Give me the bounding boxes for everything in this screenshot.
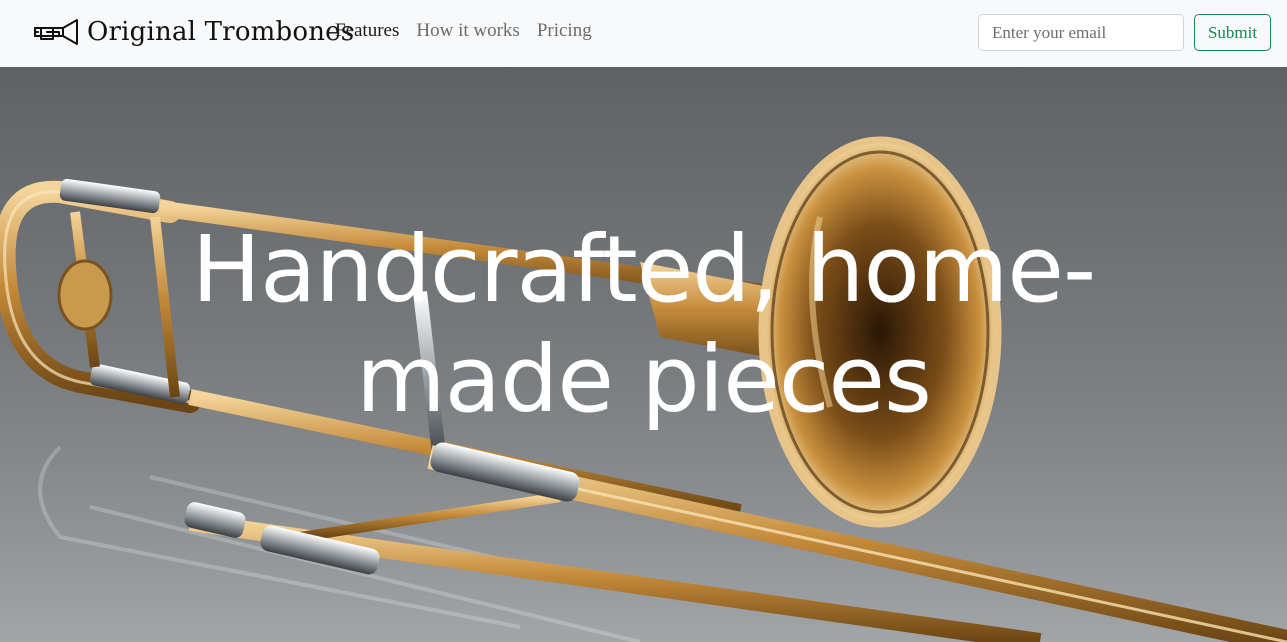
hero-section: Handcrafted, home- made pieces [0,67,1287,642]
hero-title-line-1: Handcrafted, home- [191,216,1096,323]
trombone-icon [34,19,78,45]
page: Original Trombones Features How it works… [0,0,1287,642]
brand-link[interactable]: Original Trombones [33,14,354,50]
nav-link-how-it-works[interactable]: How it works [416,20,519,42]
brand-name: Original Trombones [87,17,355,47]
nav-link-pricing[interactable]: Pricing [537,20,592,42]
nav-link-features[interactable]: Features [335,20,399,42]
navbar: Original Trombones Features How it works… [0,0,1287,67]
email-input[interactable] [978,14,1184,51]
hero-title: Handcrafted, home- made pieces [0,215,1287,435]
submit-button[interactable]: Submit [1194,14,1271,51]
hero-title-line-2: made pieces [356,326,932,433]
nav-links: Features How it works Pricing [335,20,609,42]
